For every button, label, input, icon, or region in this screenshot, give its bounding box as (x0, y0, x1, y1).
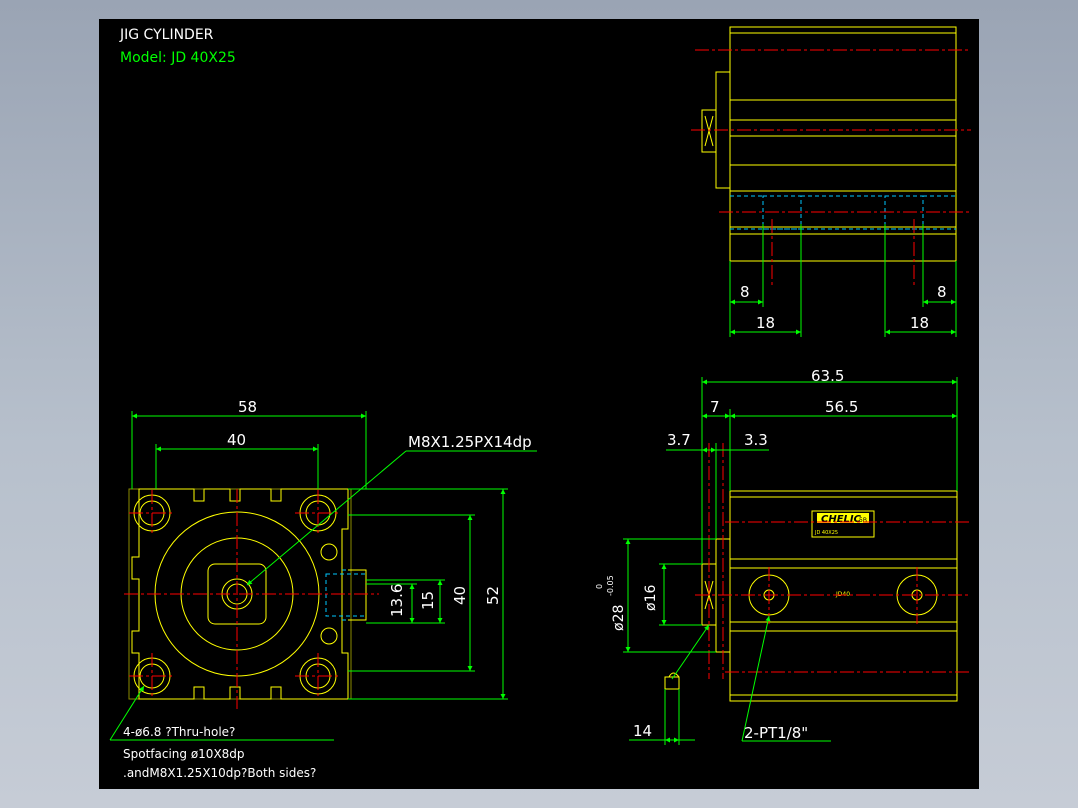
top-view-body (729, 26, 957, 262)
front-view-port-hidden (325, 569, 367, 621)
front-view-dimensions (109, 411, 537, 741)
cad-drawing: JIG CYLINDER Model: JD 40X25 8 8 18 18 5… (109, 26, 971, 780)
dim-bottom-14: 14 (633, 722, 652, 740)
dim-height-52: 52 (484, 586, 502, 605)
dim-left-7: 7 (710, 398, 720, 416)
port-callout: 2-PT1/8" (744, 724, 808, 742)
top-view (701, 26, 957, 262)
dim-dia-16: ø16 (643, 585, 659, 611)
dim-height-13-6: 13.6 (388, 584, 406, 617)
note-thru-hole: 4-ø6.8 ?Thru-hole? (123, 725, 235, 739)
front-view-small-hole-bottom (320, 627, 338, 645)
dim-width-58: 58 (238, 398, 257, 416)
nameplate-model: JD 40X25 (814, 530, 838, 536)
top-view-centerlines (691, 49, 971, 285)
dim-tol-lower: -0.05 (606, 575, 615, 596)
nameplate-brand: CHELIC (821, 514, 862, 525)
dim-tol-upper: 0 (595, 584, 604, 589)
dim-height-40: 40 (451, 586, 469, 605)
dim-top-right-8: 8 (937, 283, 947, 301)
dim-width-40: 40 (227, 431, 246, 449)
model-label: Model: JD 40X25 (120, 50, 236, 66)
dim-top-right-18: 18 (910, 314, 929, 332)
dim-height-15: 15 (419, 591, 437, 610)
note-spotfacing: Spotfacing ø10X8dp (123, 747, 245, 761)
dim-left-3-7: 3.7 (667, 431, 691, 449)
drawing-title: JIG CYLINDER (119, 27, 214, 43)
cad-drawing-area: JIG CYLINDER Model: JD 40X25 8 8 18 18 5… (99, 19, 979, 789)
dim-main-56-5: 56.5 (825, 398, 858, 416)
dim-total-63-5: 63.5 (811, 367, 844, 385)
side-view-centerlines (695, 443, 971, 679)
dim-dia-28: ø28 (611, 605, 627, 631)
dim-top-left-8: 8 (740, 283, 750, 301)
nameplate-suffix: 5B (859, 517, 867, 524)
dim-right-3-3: 3.3 (744, 431, 768, 449)
note-thread-both-sides: .andM8X1.25X10dp?Both sides? (123, 766, 316, 780)
dim-top-left-18: 18 (756, 314, 775, 332)
front-view-small-hole-top (320, 543, 338, 561)
thread-callout: M8X1.25PX14dp (408, 433, 532, 451)
